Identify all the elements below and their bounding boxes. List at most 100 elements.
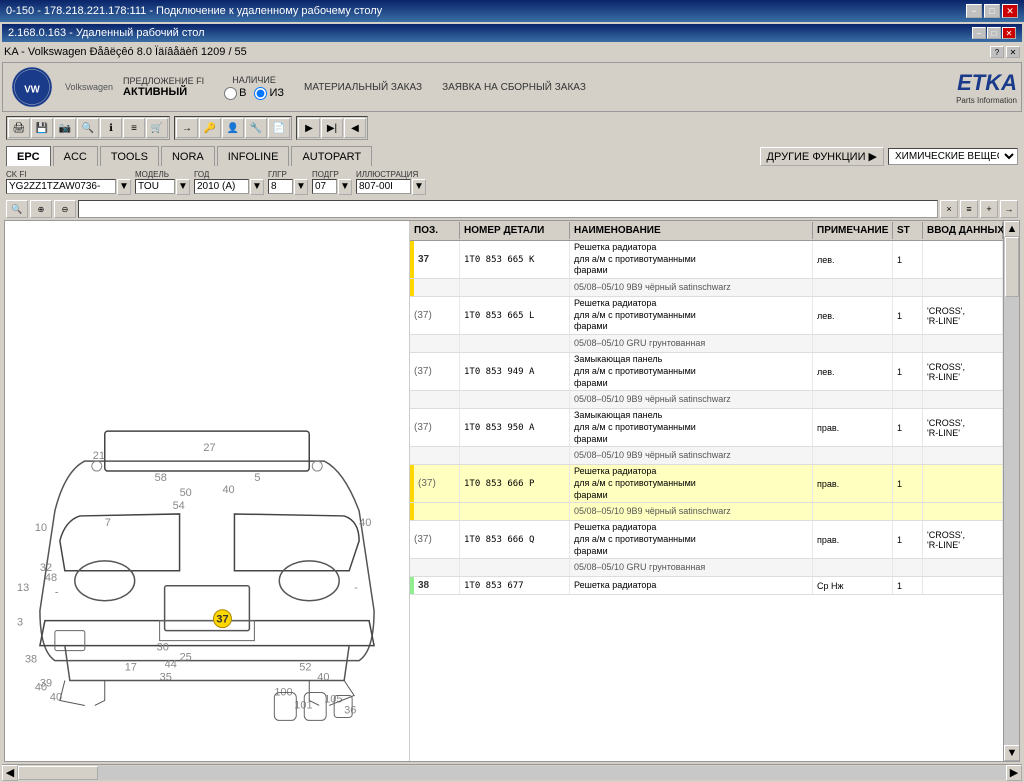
glgr-input[interactable]: [268, 179, 293, 194]
svg-text:7: 7: [105, 517, 111, 529]
zoom-btn[interactable]: ⊕: [30, 200, 52, 218]
etka-sub: Parts Information: [956, 96, 1017, 105]
vertical-scrollbar[interactable]: ▲ ▼: [1003, 221, 1019, 761]
search-icon-btn[interactable]: 🔍: [6, 200, 28, 218]
table-row[interactable]: 37 1T0 853 665 K Решетка радиаторадля а/…: [410, 241, 1003, 279]
vw-logo: VW: [7, 65, 57, 109]
inner-maximize[interactable]: □: [987, 27, 1001, 39]
table-row[interactable]: 05/08–05/10 GRU грунтованная: [410, 559, 1003, 577]
tab-epc[interactable]: EPC: [6, 146, 51, 166]
camera-btn[interactable]: 📷: [54, 118, 76, 138]
main-search-input[interactable]: [78, 200, 938, 218]
chem-select[interactable]: ХИМИЧЕСКИЕ ВЕЩЕС: [888, 148, 1018, 165]
model-input[interactable]: [135, 179, 175, 194]
add-btn[interactable]: +: [980, 200, 998, 218]
material-order: МАТЕРИАЛЬНЫЙ ЗАКАЗ: [304, 82, 422, 93]
key-btn[interactable]: 🔑: [199, 118, 221, 138]
scroll-thumb[interactable]: [1005, 237, 1019, 297]
tab-acc[interactable]: ACC: [53, 146, 98, 166]
cell-note: прав.: [813, 521, 893, 558]
tab-autopart[interactable]: AUTOPART: [291, 146, 372, 166]
ck-input[interactable]: [6, 179, 116, 194]
table-row[interactable]: (37) 1T0 853 950 A Замыкающая панельдля …: [410, 409, 1003, 447]
cell-name: Замыкающая панельдля а/м с противотуманн…: [570, 409, 813, 446]
scroll-right-btn[interactable]: ▶: [1006, 765, 1022, 781]
green-bar: [410, 577, 414, 594]
cell-name: Решетка радиаторадля а/м с противотуманн…: [570, 297, 813, 334]
field-year: ГОД ▼: [194, 170, 264, 195]
list-btn[interactable]: ≡: [123, 118, 145, 138]
scroll-up-btn[interactable]: ▲: [1004, 221, 1020, 237]
clear-search-btn[interactable]: ×: [940, 200, 958, 218]
inner-close[interactable]: ✕: [1002, 27, 1016, 39]
horizontal-scrollbar[interactable]: ◀ ▶: [2, 764, 1022, 780]
tab-infoline[interactable]: INFOLINE: [217, 146, 290, 166]
zoom-out-btn[interactable]: ⊖: [54, 200, 76, 218]
cell-note: лев.: [813, 353, 893, 390]
scroll-left-btn[interactable]: ◀: [2, 765, 18, 781]
other-func-button[interactable]: ДРУГИЕ ФУНКЦИИ ▶: [760, 147, 884, 166]
close-button[interactable]: ✕: [1002, 4, 1018, 18]
info-btn[interactable]: ℹ: [100, 118, 122, 138]
table-row[interactable]: 38 1T0 853 677 Решетка радиатора Ср Нж 1: [410, 577, 1003, 595]
svg-text:13: 13: [17, 582, 29, 594]
person-btn[interactable]: 👤: [222, 118, 244, 138]
yellow-bar: [410, 465, 414, 502]
car-parts-image: 27 21 58 5 50 40 10 54 13 3 38 39 48 - 3…: [5, 221, 409, 761]
podgr-input[interactable]: [312, 179, 337, 194]
h-scroll-track[interactable]: [18, 766, 1006, 780]
parts-panel: ПОЗ. НОМЕР ДЕТАЛИ НАИМЕНОВАНИЕ ПРИМЕЧАНИ…: [410, 221, 1003, 761]
podgr-dropdown[interactable]: ▼: [338, 179, 352, 195]
table-row[interactable]: 05/08–05/10 9B9 чёрный satinschwarz: [410, 279, 1003, 297]
h-scroll-thumb[interactable]: [18, 766, 98, 780]
cell-input: 'CROSS','R-LINE': [923, 297, 1003, 334]
arrow-btn[interactable]: →: [176, 118, 198, 138]
cell-input: [923, 391, 1003, 408]
table-row[interactable]: (37) 1T0 853 666 Q Решетка радиаторадля …: [410, 521, 1003, 559]
help-btn[interactable]: ?: [990, 46, 1004, 58]
table-row[interactable]: 05/08–05/10 9B9 чёрный satinschwarz: [410, 503, 1003, 521]
search-btn[interactable]: 🔍: [77, 118, 99, 138]
inner-minimize[interactable]: −: [972, 27, 986, 39]
tab-nora[interactable]: NORA: [161, 146, 215, 166]
tab-tools[interactable]: TOOLS: [100, 146, 159, 166]
nav-arrow-right[interactable]: ▶: [298, 118, 320, 138]
nav-skip-right[interactable]: ▶|: [321, 118, 343, 138]
scroll-down-btn[interactable]: ▼: [1004, 745, 1020, 761]
cell-st: 1: [893, 241, 923, 278]
year-input[interactable]: [194, 179, 249, 194]
cell-pos: 37: [410, 241, 460, 278]
cell-name: 05/08–05/10 9B9 чёрный satinschwarz: [570, 391, 813, 408]
nav-search-btn[interactable]: ≡: [960, 200, 978, 218]
table-row[interactable]: 05/08–05/10 GRU грунтованная: [410, 335, 1003, 353]
illus-input[interactable]: [356, 179, 411, 194]
table-row[interactable]: (37) 1T0 853 949 A Замыкающая панельдля …: [410, 353, 1003, 391]
wrench-btn[interactable]: 🔧: [245, 118, 267, 138]
cell-pos: (37): [410, 409, 460, 446]
nav-arrow-left[interactable]: ◀: [344, 118, 366, 138]
scroll-track[interactable]: [1004, 237, 1019, 745]
minimize-button[interactable]: −: [966, 4, 982, 18]
illus-dropdown[interactable]: ▼: [412, 179, 426, 195]
table-row[interactable]: 05/08–05/10 9B9 чёрный satinschwarz: [410, 391, 1003, 409]
table-row[interactable]: (37) 1T0 853 665 L Решетка радиаторадля …: [410, 297, 1003, 335]
ck-dropdown[interactable]: ▼: [117, 179, 131, 195]
arrow-right-btn[interactable]: →: [1000, 200, 1018, 218]
maximize-button[interactable]: □: [984, 4, 1000, 18]
app-close-btn[interactable]: ✕: [1006, 46, 1020, 58]
print-btn[interactable]: 🖨: [8, 118, 30, 138]
field-model: МОДЕЛЬ ▼: [135, 170, 190, 195]
glgr-dropdown[interactable]: ▼: [294, 179, 308, 195]
cell-note: [813, 335, 893, 352]
presence-iz[interactable]: ИЗ: [254, 87, 284, 100]
cart-btn[interactable]: 🛒: [146, 118, 168, 138]
cell-note: Ср Нж: [813, 577, 893, 594]
year-dropdown[interactable]: ▼: [250, 179, 264, 195]
table-row[interactable]: (37) 1T0 853 666 P Решетка радиаторадля …: [410, 465, 1003, 503]
cell-partnum: 1T0 853 666 Q: [460, 521, 570, 558]
model-dropdown[interactable]: ▼: [176, 179, 190, 195]
table-row[interactable]: 05/08–05/10 9B9 чёрный satinschwarz: [410, 447, 1003, 465]
doc-btn[interactable]: 📄: [268, 118, 290, 138]
save-btn[interactable]: 💾: [31, 118, 53, 138]
presence-b[interactable]: В: [224, 87, 246, 100]
